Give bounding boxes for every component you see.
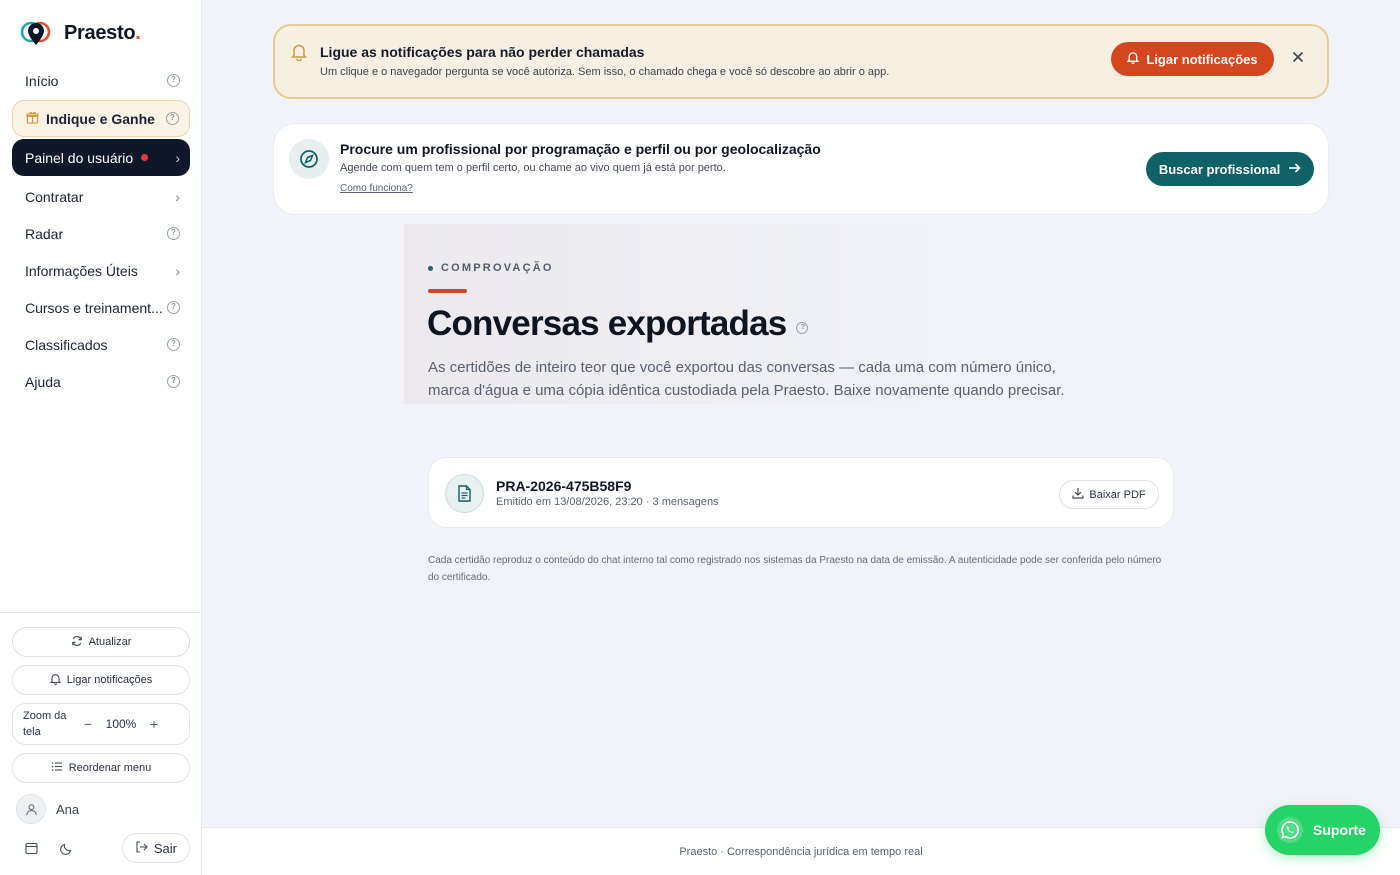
sidebar-item-classificados[interactable]: Classificados ? <box>12 326 190 363</box>
chevron-right-icon: › <box>175 188 180 205</box>
accent-bar <box>428 289 467 293</box>
zoom-out-button[interactable]: − <box>75 716 101 732</box>
logout-button[interactable]: Sair <box>121 833 190 863</box>
certificate-footnote: Cada certidão reproduz o conteúdo do cha… <box>428 555 1162 583</box>
sidebar-item-label: Cursos e treinament... <box>25 299 163 316</box>
zoom-in-button[interactable]: + <box>141 716 167 732</box>
footer-text: Praesto · Correspondência jurídica em te… <box>679 845 923 858</box>
help-icon[interactable]: ? <box>167 227 180 240</box>
sidebar-item-inicio[interactable]: Início ? <box>12 62 190 99</box>
layout-icon[interactable] <box>16 833 46 863</box>
search-professional-card: Procure um profissional por programação … <box>273 123 1329 215</box>
download-icon <box>1072 487 1084 502</box>
enable-notifications-cta[interactable]: Ligar notificações <box>1111 42 1274 76</box>
sidebar-item-label: Início <box>25 72 59 89</box>
notification-banner: Ligue as notificações para não perder ch… <box>273 24 1329 99</box>
document-icon <box>445 474 484 513</box>
sidebar-item-label: Contratar <box>25 188 84 205</box>
help-icon[interactable]: ? <box>796 322 809 334</box>
chevron-right-icon: › <box>175 149 180 166</box>
certificate-item: PRA-2026-475B58F9 Emitido em 13/08/2026,… <box>428 457 1174 528</box>
zoom-value: 100% <box>105 717 137 731</box>
search-professional-label: Buscar profissional <box>1158 161 1281 177</box>
support-label: Suporte <box>1313 822 1366 838</box>
notification-subtitle: Um clique e o navegador pergunta se você… <box>320 66 890 78</box>
sidebar-item-ajuda[interactable]: Ajuda ? <box>12 363 190 400</box>
sidebar: Praesto. Início ? Indique e Ganhe ? Pain… <box>0 0 202 875</box>
page-footer: Praesto · Correspondência jurídica em te… <box>202 827 1400 875</box>
gift-icon <box>26 111 39 127</box>
close-icon[interactable] <box>1289 48 1307 66</box>
notification-dot <box>141 154 149 161</box>
refresh-icon <box>71 635 83 650</box>
page-description: As certidões de inteiro teor que você ex… <box>428 359 1065 399</box>
user-name: Ana <box>56 801 80 817</box>
help-icon[interactable]: ? <box>166 112 179 125</box>
eyebrow-label: COMPROVAÇÃO <box>441 262 554 274</box>
eyebrow-dot <box>428 265 433 271</box>
sidebar-item-label: Classificados <box>25 336 108 353</box>
sidebar-item-contratar[interactable]: Contratar › <box>12 178 190 215</box>
logout-label: Sair <box>153 840 177 856</box>
search-card-title: Procure um profissional por programação … <box>340 141 821 157</box>
how-it-works-link[interactable]: Como funciona? <box>340 183 413 194</box>
sidebar-item-painel-do-usuario[interactable]: Painel do usuário › <box>12 139 190 176</box>
sidebar-actions: Sair <box>12 833 190 863</box>
praesto-logo-icon <box>20 19 52 47</box>
user-profile[interactable]: Ana <box>12 791 190 827</box>
certificate-meta: Emitido em 13/08/2026, 23:20 · 3 mensage… <box>496 496 719 508</box>
avatar <box>16 794 46 824</box>
bell-icon <box>49 673 62 688</box>
section-eyebrow: COMPROVAÇÃO <box>428 262 554 274</box>
bell-icon <box>290 43 308 66</box>
zoom-control: Zoom da tela − 100% + <box>12 703 190 745</box>
help-icon[interactable]: ? <box>167 338 180 351</box>
whatsapp-support-button[interactable]: Suporte <box>1265 805 1380 855</box>
refresh-button[interactable]: Atualizar <box>12 627 190 657</box>
brand-dot: . <box>135 21 141 44</box>
list-order-icon <box>51 761 63 775</box>
sidebar-item-indique-e-ganhe[interactable]: Indique e Ganhe ? <box>12 100 190 137</box>
dark-mode-icon[interactable] <box>51 833 81 863</box>
brand-name: Praesto <box>64 21 136 44</box>
help-icon[interactable]: ? <box>167 74 180 87</box>
sidebar-item-label: Indique e Ganhe <box>46 110 155 127</box>
download-pdf-label: Baixar PDF <box>1089 488 1146 501</box>
sidebar-item-cursos[interactable]: Cursos e treinament... ? <box>12 289 190 326</box>
zoom-label: Zoom da tela <box>23 710 67 738</box>
sidebar-item-label: Radar <box>25 225 64 242</box>
reorder-menu-button[interactable]: Reordenar menu <box>12 753 190 783</box>
bell-icon <box>1126 51 1140 67</box>
sidebar-footer: Atualizar Ligar notificações Zoom da tel… <box>0 612 202 863</box>
chevron-right-icon: › <box>175 262 180 279</box>
sidebar-item-label: Informações Úteis <box>25 262 138 279</box>
arrow-right-icon <box>1288 162 1301 177</box>
enable-notifications-cta-label: Ligar notificações <box>1146 51 1258 67</box>
notification-title: Ligue as notificações para não perder ch… <box>320 44 645 60</box>
help-icon[interactable]: ? <box>167 301 180 314</box>
sidebar-nav: Início ? Indique e Ganhe ? Painel do usu… <box>12 62 190 400</box>
sidebar-item-label: Painel do usuário <box>25 149 134 166</box>
compass-icon <box>289 139 329 179</box>
help-icon[interactable]: ? <box>167 375 180 388</box>
logout-icon <box>135 840 148 856</box>
download-pdf-button[interactable]: Baixar PDF <box>1059 480 1159 509</box>
sidebar-item-informacoes-uteis[interactable]: Informações Úteis › <box>12 252 190 289</box>
sidebar-item-radar[interactable]: Radar ? <box>12 215 190 252</box>
refresh-label: Atualizar <box>88 636 132 648</box>
brand[interactable]: Praesto. <box>20 19 141 47</box>
enable-notifications-label: Ligar notificações <box>66 674 153 686</box>
whatsapp-icon <box>1277 817 1303 843</box>
page-title: Conversas exportadas ? <box>427 304 809 344</box>
search-professional-button[interactable]: Buscar profissional <box>1146 152 1314 186</box>
certificate-number: PRA-2026-475B58F9 <box>496 478 632 494</box>
page-title-text: Conversas exportadas <box>427 304 787 343</box>
search-card-subtitle: Agende com quem tem o perfil certo, ou c… <box>340 162 726 174</box>
sidebar-item-label: Ajuda <box>25 373 61 390</box>
reorder-menu-label: Reordenar menu <box>68 762 152 774</box>
enable-notifications-button[interactable]: Ligar notificações <box>12 665 190 695</box>
